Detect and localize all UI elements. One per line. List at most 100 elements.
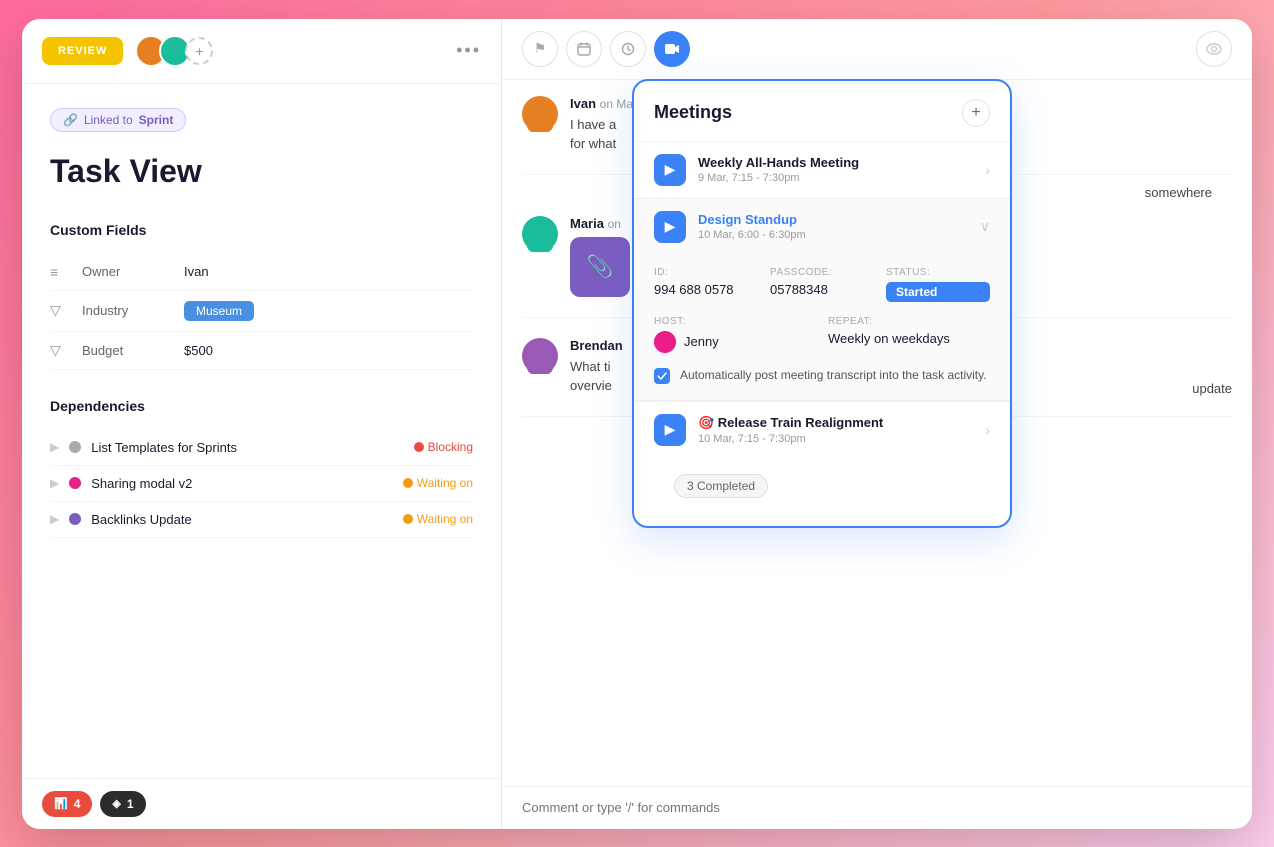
flag-button[interactable]: ⚑: [522, 31, 558, 67]
status-started-badge: Started: [886, 282, 990, 302]
maria-name: Maria: [570, 216, 604, 231]
add-meeting-button[interactable]: +: [962, 99, 990, 127]
maria-avatar: [522, 216, 558, 252]
task-title: Task View: [50, 152, 473, 190]
dep-name-2: Sharing modal v2: [91, 476, 393, 491]
host-row: Jenny: [654, 331, 816, 353]
waiting-dot-2: [403, 478, 413, 488]
sprint-badge-sprint: Sprint: [139, 113, 174, 127]
dep-name-3: Backlinks Update: [91, 512, 393, 527]
red-badge-label: 4: [74, 797, 81, 811]
video-button[interactable]: [654, 31, 690, 67]
host-avatar-jenny: [654, 331, 676, 353]
blocking-dot: [414, 442, 424, 452]
meta-passcode-value: 05788348: [770, 282, 874, 297]
meeting-item-release[interactable]: ▶ 🎯 Release Train Realignment 10 Mar, 7:…: [634, 401, 1010, 458]
chevron-right-weekly: ›: [985, 162, 990, 178]
eye-button[interactable]: [1196, 31, 1232, 67]
meeting-info-release: 🎯 Release Train Realignment 10 Mar, 7:15…: [698, 415, 973, 445]
meetings-popup: Meetings + ▶ Weekly All-Hands Meeting 9 …: [632, 79, 1012, 528]
meetings-header: Meetings +: [634, 81, 1010, 141]
meeting-time-release: 10 Mar, 7:15 - 7:30pm: [698, 433, 973, 445]
meeting-time-design: 10 Mar, 6:00 - 6:30pm: [698, 229, 968, 241]
industry-icon: ▽: [50, 302, 70, 319]
waiting-label-3: Waiting on: [417, 512, 473, 526]
dep-dot-1: [69, 441, 81, 453]
ivan-avatar: [522, 96, 558, 132]
meeting-item-design: ▶ Design Standup 10 Mar, 6:00 - 6:30pm ∨…: [634, 198, 1010, 401]
tool-badge-dark[interactable]: ◈ 1: [100, 791, 145, 817]
clock-button[interactable]: [610, 31, 646, 67]
transcript-text: Automatically post meeting transcript in…: [680, 367, 987, 384]
meeting-name-release: 🎯 Release Train Realignment: [698, 415, 973, 431]
meeting-info-design: Design Standup 10 Mar, 6:00 - 6:30pm: [698, 212, 968, 241]
completed-section: 3 Completed: [634, 458, 1010, 526]
budget-field-row: ▽ Budget $500: [50, 332, 473, 370]
sprint-badge[interactable]: 🔗 Linked to Sprint: [50, 108, 186, 132]
chevron-down-design: ∨: [980, 218, 990, 235]
avatar-group: +: [135, 35, 213, 67]
dep-item-3[interactable]: ▶ Backlinks Update Waiting on: [50, 502, 473, 538]
transcript-row: Automatically post meeting transcript in…: [654, 367, 990, 384]
dep-status-2: Waiting on: [403, 476, 473, 490]
add-avatar-button[interactable]: +: [185, 37, 213, 65]
right-panel: ⚑ Ivan on: [502, 19, 1252, 829]
meta-status-label: STATUS:: [886, 267, 990, 278]
dark-badge-icon: ◈: [112, 797, 120, 810]
red-badge-icon: 📊: [54, 797, 68, 810]
dep-arrow-1: ▶: [50, 440, 59, 454]
dep-item-2[interactable]: ▶ Sharing modal v2 Waiting on: [50, 466, 473, 502]
meeting-video-icon-1: ▶: [654, 154, 686, 186]
right-toolbar: ⚑: [502, 19, 1252, 80]
brendan-avatar: [522, 338, 558, 374]
industry-value[interactable]: Museum: [184, 301, 254, 321]
budget-value: $500: [184, 343, 213, 358]
completed-badge[interactable]: 3 Completed: [674, 474, 768, 498]
meta-repeat-value: Weekly on weekdays: [828, 331, 990, 346]
meeting-details-design: ID: 994 688 0578 PASSCODE: 05788348 STAT…: [634, 255, 1010, 400]
attachment-block[interactable]: 📎: [570, 237, 630, 297]
meta-repeat-label: REPEAT:: [828, 316, 990, 327]
dep-arrow-2: ▶: [50, 476, 59, 490]
left-panel: REVIEW + ••• 🔗 Linked to Sprint Task Vie…: [22, 19, 502, 829]
meetings-title: Meetings: [654, 102, 732, 123]
maria-time: on: [608, 217, 621, 231]
chevron-right-release: ›: [985, 422, 990, 438]
meeting-video-icon-3: ▶: [654, 414, 686, 446]
clip-icon: 📎: [586, 254, 613, 280]
meeting-time-weekly: 9 Mar, 7:15 - 7:30pm: [698, 172, 973, 184]
ivan-name: Ivan: [570, 96, 596, 111]
custom-fields-heading: Custom Fields: [50, 222, 473, 238]
more-options-button[interactable]: •••: [456, 40, 481, 61]
meeting-name-design: Design Standup: [698, 212, 968, 227]
meeting-info-weekly: Weekly All-Hands Meeting 9 Mar, 7:15 - 7…: [698, 155, 973, 184]
dependencies-section: Dependencies ▶ List Templates for Sprint…: [50, 398, 473, 538]
dep-dot-2: [69, 477, 81, 489]
waiting-dot-3: [403, 514, 413, 524]
meta-id-label: ID:: [654, 267, 758, 278]
budget-icon: ▽: [50, 342, 70, 359]
transcript-checkbox[interactable]: [654, 368, 670, 384]
review-button[interactable]: REVIEW: [42, 37, 123, 65]
meeting-video-icon-2: ▶: [654, 211, 686, 243]
waiting-label-2: Waiting on: [417, 476, 473, 490]
design-standup-header[interactable]: ▶ Design Standup 10 Mar, 6:00 - 6:30pm ∨: [634, 199, 1010, 255]
dep-item-1[interactable]: ▶ List Templates for Sprints Blocking: [50, 430, 473, 466]
dep-name-1: List Templates for Sprints: [91, 440, 403, 455]
bottom-bar: 📊 4 ◈ 1: [22, 778, 501, 829]
meta-id-value: 994 688 0578: [654, 282, 758, 297]
industry-label: Industry: [82, 303, 172, 318]
meta-id: ID: 994 688 0578: [654, 267, 758, 302]
dep-status-3: Waiting on: [403, 512, 473, 526]
comment-input[interactable]: [522, 800, 1232, 815]
owner-value: Ivan: [184, 264, 209, 279]
meeting-item-weekly[interactable]: ▶ Weekly All-Hands Meeting 9 Mar, 7:15 -…: [634, 141, 1010, 198]
comment-input-bar: [502, 786, 1252, 829]
tool-badge-red[interactable]: 📊 4: [42, 791, 92, 817]
calendar-button[interactable]: [566, 31, 602, 67]
blocking-label: Blocking: [428, 440, 473, 454]
meta-passcode: PASSCODE: 05788348: [770, 267, 874, 302]
dep-status-1: Blocking: [414, 440, 473, 454]
dep-dot-3: [69, 513, 81, 525]
owner-field-row: ≡ Owner Ivan: [50, 254, 473, 291]
